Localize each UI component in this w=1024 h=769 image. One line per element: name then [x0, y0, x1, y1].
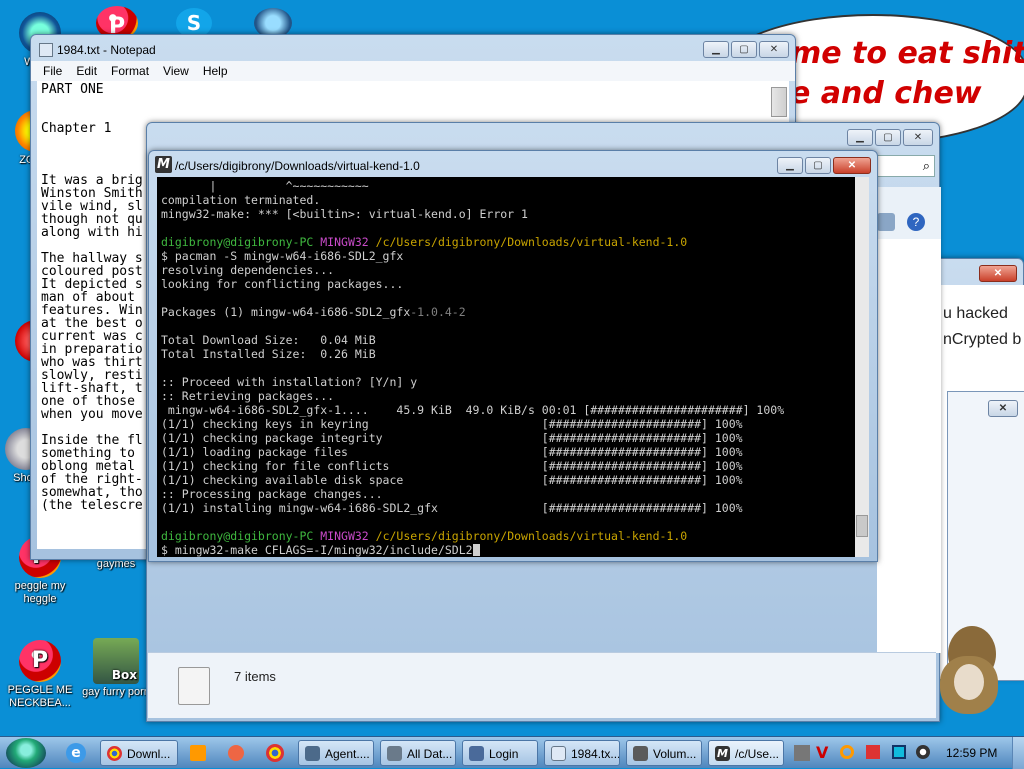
terminal-line: (1/1) loading package files [###########…: [161, 445, 743, 459]
minimize-button[interactable]: ▁: [777, 157, 803, 174]
explorer-details-pane: 7 items: [148, 652, 936, 718]
start-button[interactable]: [6, 738, 46, 768]
text-line: [41, 109, 785, 122]
maximize-button[interactable]: ▢: [805, 157, 831, 174]
minimize-button[interactable]: ▁: [703, 41, 729, 58]
peggle-app-icon: P: [19, 640, 61, 682]
flag-icon[interactable]: [866, 745, 880, 759]
menu-format[interactable]: Format: [111, 64, 149, 81]
terminal-line: (1/1) checking package integrity [######…: [161, 431, 743, 445]
desktop-icon-peggle-me-neckbea[interactable]: P PEGGLE ME NECKBEA...: [4, 640, 76, 710]
terminal-line: Total Download Size: 0.04 MiB: [161, 333, 376, 347]
window-icon: [305, 746, 320, 761]
window-title: /c/Users/digibrony/Downloads/virtual-ken…: [175, 159, 420, 173]
terminal-line: digibrony@digibrony-PC MINGW32 /c/Users/…: [161, 235, 688, 249]
terminal-scrollbar[interactable]: [855, 177, 869, 557]
chrome-icon: [107, 746, 122, 761]
terminal-line: (1/1) installing mingw-w64-i686-SDL2_gfx…: [161, 501, 743, 515]
taskbar-button-notepad[interactable]: 1984.tx...: [544, 740, 620, 766]
maximize-button[interactable]: ▢: [731, 41, 757, 58]
chrome-icon[interactable]: [266, 744, 284, 762]
network-icon[interactable]: [892, 745, 906, 759]
terminal-line: digibrony@digibrony-PC MINGW32 /c/Users/…: [161, 529, 688, 543]
terminal-line: Total Installed Size: 0.26 MiB: [161, 347, 376, 361]
terminal-line: resolving dependencies...: [161, 263, 335, 277]
box-app-icon: Box: [93, 638, 139, 684]
terminal-line: :: Retrieving packages...: [161, 389, 335, 403]
vertical-scrollbar[interactable]: [771, 87, 787, 117]
taskbar-button-all-data[interactable]: All Dat...: [380, 740, 456, 766]
notepad-app-icon: [39, 43, 53, 57]
taskbar-button-downloads[interactable]: Downl...: [100, 740, 178, 766]
menu-edit[interactable]: Edit: [76, 64, 97, 81]
terminal-line: (1/1) checking for file conflicts [#####…: [161, 459, 743, 473]
window-icon: [633, 746, 648, 761]
menu-file[interactable]: File: [43, 64, 62, 81]
maximize-button[interactable]: ▢: [875, 129, 901, 146]
status-items: 7 items: [234, 669, 276, 684]
terminal-line: $ mingw32-make CFLAGS=-I/mingw32/include…: [161, 543, 865, 557]
mingw-app-icon: M: [155, 156, 172, 173]
paint-icon[interactable]: [228, 745, 244, 761]
close-button[interactable]: ✕: [988, 400, 1018, 417]
terminal-line: :: Proceed with installation? [Y/n] y: [161, 375, 418, 389]
taskbar-button-volume[interactable]: Volum...: [626, 740, 702, 766]
antivirus-icon[interactable]: V: [816, 743, 828, 762]
show-desktop-button[interactable]: [1012, 737, 1024, 769]
close-button[interactable]: ✕: [903, 129, 933, 146]
document-icon: [178, 667, 210, 705]
terminal-line: :: Processing package changes...: [161, 487, 383, 501]
close-button[interactable]: ✕: [759, 41, 789, 58]
search-icon: ⌕: [922, 158, 930, 173]
window-title: 1984.txt - Notepad: [57, 43, 156, 57]
mingw-icon: M: [715, 746, 730, 761]
system-tray: V: [792, 743, 938, 763]
scrollbar-thumb[interactable]: [856, 515, 868, 537]
ie-icon[interactable]: e: [66, 743, 86, 763]
volume-icon[interactable]: [916, 745, 930, 759]
desktop-icon-gay-furry-porn[interactable]: Box gay furry porn: [80, 638, 152, 699]
terminal-line: | ^~~~~~~~~~~~: [161, 179, 369, 193]
terminal-line: compilation terminated.: [161, 193, 321, 207]
terminal-line: (1/1) checking keys in keyring [########…: [161, 417, 743, 431]
notepad-icon: [551, 746, 566, 761]
box-label: Box: [111, 668, 137, 682]
search-icon[interactable]: [840, 745, 854, 759]
terminal-window[interactable]: M /c/Users/digibrony/Downloads/virtual-k…: [148, 150, 878, 562]
taskbar-button-login[interactable]: Login: [462, 740, 538, 766]
tray-icon-1[interactable]: [794, 745, 810, 761]
taskbar: e Downl... Agent.... All Dat... Login 19…: [0, 736, 1024, 769]
minimize-button[interactable]: ▁: [847, 129, 873, 146]
clock[interactable]: 12:59 PM: [946, 746, 997, 760]
text-cursor: [472, 544, 480, 556]
taskbar-button-agent[interactable]: Agent....: [298, 740, 374, 766]
help-icon[interactable]: ?: [907, 213, 925, 231]
media-player-icon[interactable]: [190, 745, 206, 761]
terminal-line: mingw-w64-i686-SDL2_gfx-1.... 45.9 KiB 4…: [161, 403, 785, 417]
terminal-output[interactable]: | ^~~~~~~~~~~~ compilation terminated. min…: [157, 177, 869, 557]
terminal-line: (1/1) checking available disk space [###…: [161, 473, 743, 487]
close-button[interactable]: ✕: [979, 265, 1017, 282]
taskbar-button-terminal[interactable]: M /c/Use...: [708, 740, 784, 766]
view-options-icon[interactable]: [877, 213, 895, 231]
text-line: [41, 96, 785, 109]
terminal-line: Packages (1) mingw-w64-i686-SDL2_gfx-1.0…: [161, 305, 466, 319]
menu-help[interactable]: Help: [203, 64, 228, 81]
close-button[interactable]: ✕: [833, 157, 871, 174]
terminal-line: mingw32-make: *** [<builtin>: virtual-ke…: [161, 207, 528, 221]
window-icon: [387, 746, 402, 761]
speech-bubble-text: me to eat shit e and chew: [790, 36, 1024, 111]
menu-bar: File Edit Format View Help: [31, 61, 795, 81]
text-line: PART ONE: [41, 82, 104, 97]
window-icon: [469, 746, 484, 761]
hamster-image: [934, 616, 1006, 716]
terminal-line: looking for conflicting packages...: [161, 277, 404, 291]
terminal-line: $ pacman -S mingw-w64-i686-SDL2_gfx: [161, 249, 404, 263]
menu-view[interactable]: View: [163, 64, 189, 81]
